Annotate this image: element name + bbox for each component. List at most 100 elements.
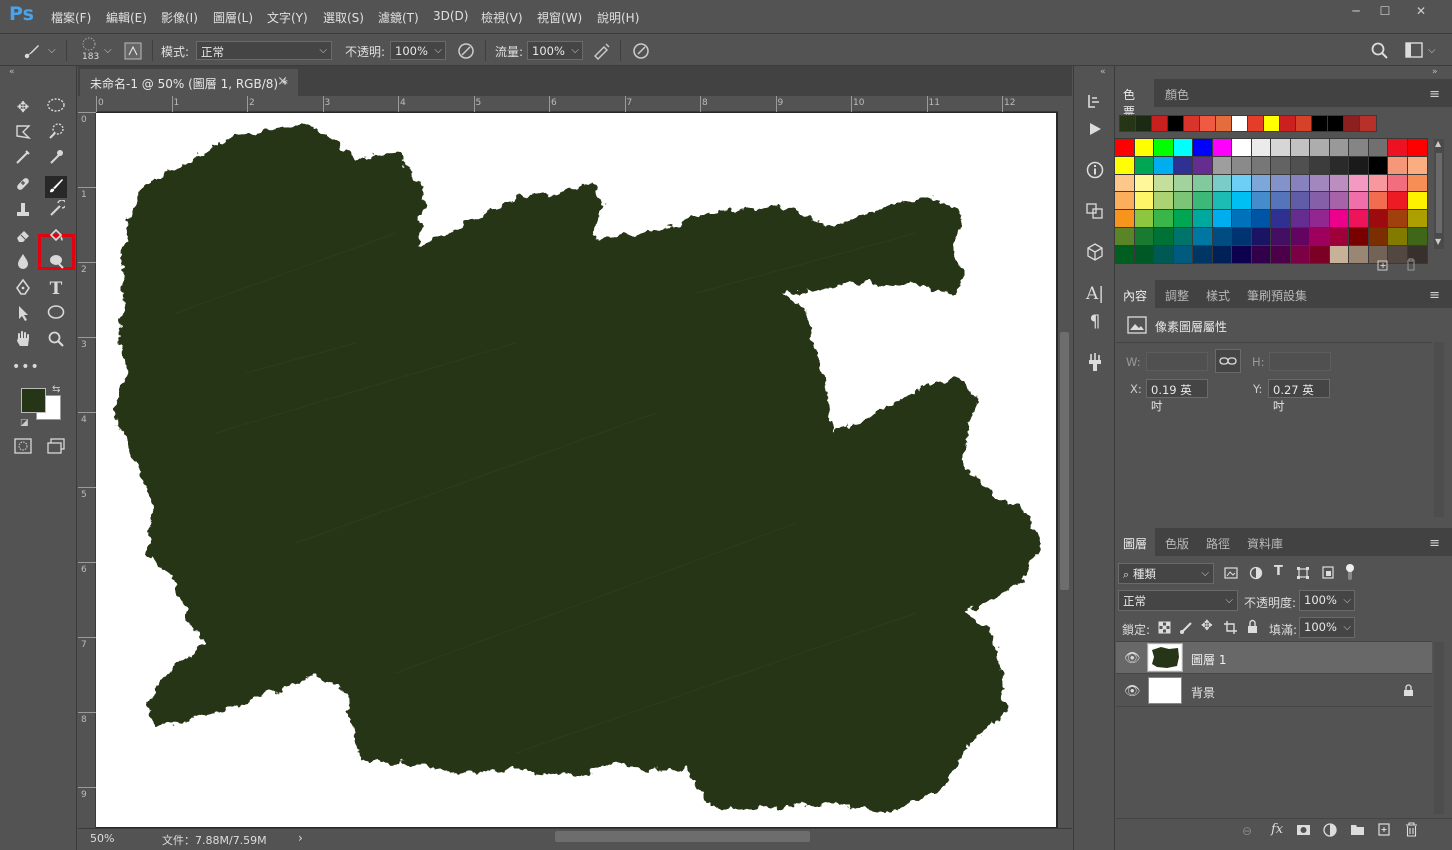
width-input[interactable] xyxy=(1146,352,1208,371)
hand-tool-icon[interactable] xyxy=(12,330,34,352)
properties-scrollbar[interactable] xyxy=(1434,342,1444,517)
color-swatch[interactable] xyxy=(1387,138,1408,157)
layer-row-background[interactable]: 👁 背景 xyxy=(1116,675,1432,707)
color-swatch[interactable] xyxy=(1289,155,1311,175)
actions-play-icon[interactable] xyxy=(1085,121,1105,141)
color-swatch[interactable] xyxy=(1270,138,1291,157)
color-swatch[interactable] xyxy=(1231,138,1252,157)
color-swatch[interactable] xyxy=(1114,155,1135,175)
color-swatch[interactable] xyxy=(1192,227,1213,246)
color-swatch[interactable] xyxy=(1114,244,1135,264)
add-mask-icon[interactable] xyxy=(1296,824,1311,836)
visibility-eye-icon[interactable]: 👁 xyxy=(1124,684,1141,699)
new-swatch-icon[interactable] xyxy=(1377,259,1389,271)
document-canvas[interactable] xyxy=(96,113,1056,827)
y-input[interactable]: 0.27 英吋 xyxy=(1268,379,1330,413)
flow-input[interactable]: 100% ⌵ xyxy=(527,41,583,60)
color-swatch[interactable] xyxy=(1348,244,1369,264)
blur-tool-icon[interactable] xyxy=(12,252,34,274)
eyedropper-tool-icon[interactable] xyxy=(45,148,67,170)
menu-select[interactable]: 選取(S) xyxy=(323,9,364,26)
x-input[interactable]: 0.19 英吋 xyxy=(1146,379,1208,413)
recent-swatch[interactable] xyxy=(1151,115,1169,132)
color-swatch[interactable] xyxy=(1348,227,1369,246)
recent-swatch[interactable] xyxy=(1311,115,1329,132)
color-swatch[interactable] xyxy=(1270,227,1291,246)
link-dimensions-button[interactable] xyxy=(1215,349,1241,373)
color-swatch[interactable] xyxy=(1328,173,1350,193)
color-swatch[interactable] xyxy=(1289,209,1311,229)
color-swatch[interactable] xyxy=(1328,138,1350,157)
tab-channels[interactable]: 色版 xyxy=(1157,528,1197,556)
delete-swatch-icon[interactable] xyxy=(1405,258,1417,271)
clone-source-icon[interactable] xyxy=(1085,202,1105,222)
color-swatch[interactable] xyxy=(1367,138,1389,157)
chevron-down-icon[interactable]: ⌵ xyxy=(1428,45,1436,56)
menu-window[interactable]: 視窗(W) xyxy=(537,9,582,26)
color-swatch[interactable] xyxy=(1153,173,1174,193)
layer-row-1[interactable]: 👁 圖層 1 xyxy=(1116,642,1432,674)
panel-menu-icon[interactable]: ≡ xyxy=(1429,87,1440,102)
recent-swatch[interactable] xyxy=(1295,115,1313,132)
color-swatch[interactable] xyxy=(1270,173,1291,193)
adjustment-layer-icon[interactable] xyxy=(1323,823,1337,837)
color-swatch[interactable] xyxy=(1367,227,1389,246)
color-swatch[interactable] xyxy=(1172,209,1194,229)
color-swatch[interactable] xyxy=(1211,155,1233,175)
pressure-size-icon[interactable] xyxy=(631,41,651,61)
recent-swatch[interactable] xyxy=(1135,115,1153,132)
color-swatch[interactable] xyxy=(1250,173,1272,193)
color-swatch[interactable] xyxy=(1133,173,1155,193)
color-swatch[interactable] xyxy=(1114,191,1135,211)
color-swatch[interactable] xyxy=(1328,191,1350,211)
color-swatch[interactable] xyxy=(1406,173,1428,193)
visibility-eye-icon[interactable]: 👁 xyxy=(1124,651,1141,666)
lock-transparent-icon[interactable] xyxy=(1158,621,1171,634)
brush-tool-preset-icon[interactable] xyxy=(22,41,42,61)
tab-libraries[interactable]: 資料庫 xyxy=(1239,528,1291,556)
color-swatch[interactable] xyxy=(1309,191,1330,211)
brush-tool-icon[interactable] xyxy=(45,176,67,198)
search-icon[interactable] xyxy=(1370,41,1390,61)
airbrush-icon[interactable] xyxy=(592,41,612,61)
color-swatch[interactable] xyxy=(1289,244,1311,264)
color-swatch[interactable] xyxy=(1250,244,1272,264)
menu-image[interactable]: 影像(I) xyxy=(161,9,198,26)
color-swatch[interactable] xyxy=(1211,138,1233,157)
blend-mode-select[interactable]: 正常 ⌵ xyxy=(1118,590,1238,611)
new-group-icon[interactable] xyxy=(1350,823,1365,836)
brush-tip-icon[interactable] xyxy=(80,37,98,51)
paint-bucket-tool-icon[interactable] xyxy=(45,226,67,248)
tab-adjustments[interactable]: 調整 xyxy=(1157,280,1197,308)
history-panel-icon[interactable] xyxy=(1085,92,1105,112)
tab-swatches[interactable]: 色票 xyxy=(1115,79,1154,119)
color-swatch[interactable] xyxy=(1367,191,1389,211)
lasso-tool-icon[interactable] xyxy=(12,122,34,144)
color-swatch[interactable] xyxy=(1406,191,1428,211)
info-panel-icon[interactable] xyxy=(1085,161,1105,181)
color-swatch[interactable] xyxy=(1211,173,1233,193)
recent-swatch[interactable] xyxy=(1359,115,1377,132)
color-swatch[interactable] xyxy=(1133,209,1155,229)
filter-pixel-icon[interactable] xyxy=(1224,566,1238,580)
tab-layers[interactable]: 圖層 xyxy=(1115,528,1156,556)
color-swatch[interactable] xyxy=(1250,191,1272,211)
tab-paths[interactable]: 路徑 xyxy=(1198,528,1238,556)
color-swatch[interactable] xyxy=(1309,209,1330,229)
3d-panel-icon[interactable] xyxy=(1085,243,1105,263)
quick-mask-icon[interactable] xyxy=(12,438,34,460)
color-swatch[interactable] xyxy=(1250,138,1272,157)
recent-swatch[interactable] xyxy=(1263,115,1281,132)
color-swatch[interactable] xyxy=(1387,227,1408,246)
color-swatch[interactable] xyxy=(1114,227,1135,246)
recent-swatch[interactable] xyxy=(1279,115,1297,132)
move-tool-icon[interactable]: ✥ xyxy=(12,96,34,118)
layer-name[interactable]: 背景 xyxy=(1191,684,1215,701)
color-swatch[interactable] xyxy=(1270,191,1291,211)
quick-select-tool-icon[interactable] xyxy=(45,122,67,144)
color-swatch[interactable] xyxy=(1133,227,1155,246)
lock-artboard-icon[interactable] xyxy=(1223,620,1238,635)
menu-edit[interactable]: 編輯(E) xyxy=(106,9,147,26)
menu-help[interactable]: 說明(H) xyxy=(597,9,639,26)
color-swatch[interactable] xyxy=(1153,227,1174,246)
